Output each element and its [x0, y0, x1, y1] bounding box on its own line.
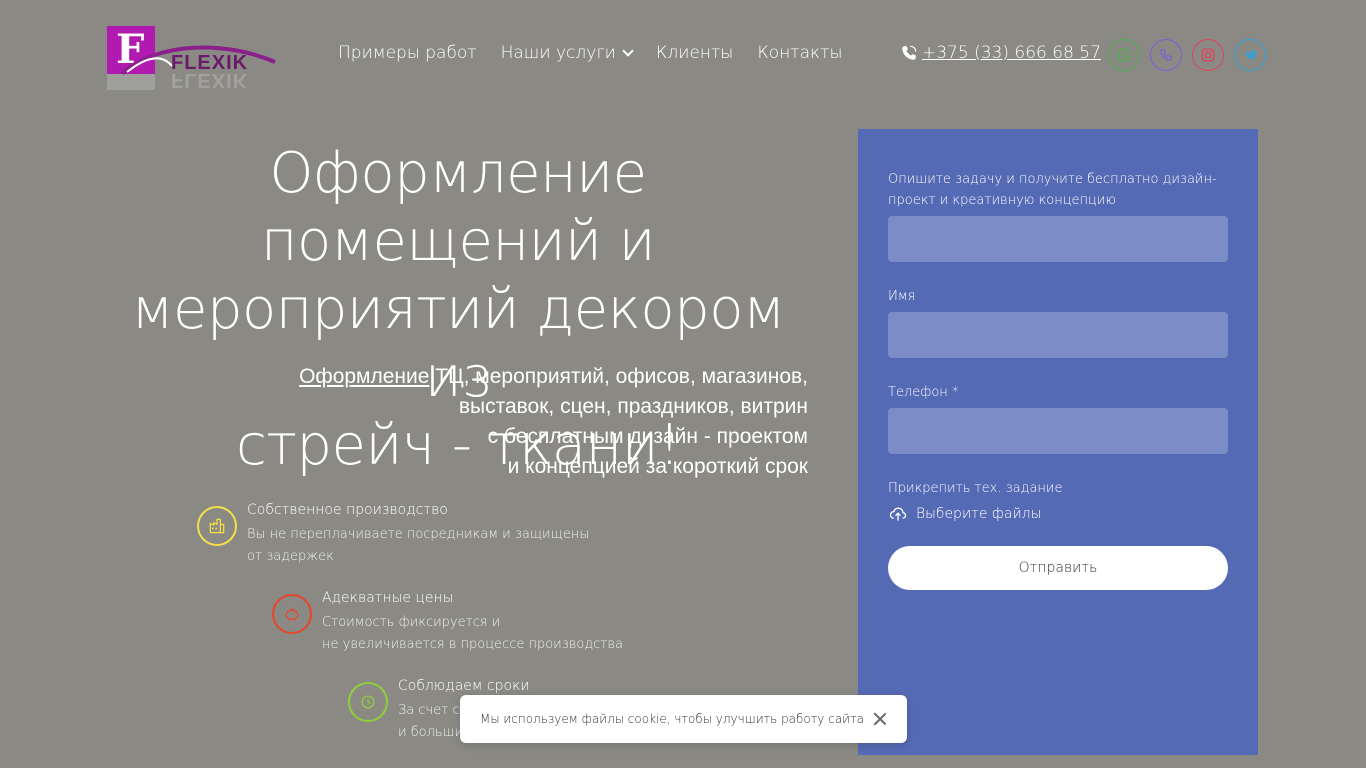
clock-icon [348, 682, 388, 722]
logo-reflection: FLEXIK [107, 74, 272, 90]
piggy-bank-icon [272, 594, 312, 634]
task-input[interactable] [888, 216, 1228, 262]
file-upload[interactable]: Выберите файлы [888, 504, 1228, 524]
hero-subtitle: Оформление ТЦ, мероприятий, офисов, мага… [299, 365, 808, 478]
name-label: Имя [888, 289, 916, 304]
nav-portfolio[interactable]: Примеры работ [338, 43, 477, 63]
logo[interactable]: F FLEXIK FLEXIK [107, 26, 276, 90]
close-icon[interactable] [873, 712, 887, 726]
feature-description: Стоимость фиксируется и не увеличивается … [322, 615, 624, 652]
attach-label: Прикрепить тех. задание [888, 481, 1063, 496]
feature-own-production: Собственное производство Вы не переплачи… [197, 502, 589, 568]
viber-icon[interactable] [1150, 39, 1182, 71]
phone-icon [902, 45, 917, 60]
social-links [1108, 39, 1266, 71]
nav-clients[interactable]: Клиенты [656, 43, 733, 63]
phone-link[interactable]: +375 (33) 666 68 57 [922, 43, 1101, 63]
nav-services[interactable]: Наши услуги [501, 43, 634, 63]
upload-cloud-icon [889, 507, 907, 521]
instagram-icon[interactable] [1192, 39, 1224, 71]
header-phone: +375 (33) 666 68 57 [900, 43, 1101, 63]
cookie-text: Мы используем файлы cookie, чтобы улучши… [480, 712, 865, 726]
feature-title: Соблюдаем сроки [398, 678, 530, 694]
feature-fair-prices: Адекватные цены Стоимость фиксируется ин… [272, 590, 623, 656]
whatsapp-icon[interactable] [1108, 39, 1140, 71]
telegram-icon[interactable] [1234, 39, 1266, 71]
phone-label: Телефон * [888, 385, 959, 400]
name-input[interactable] [888, 312, 1228, 358]
cookie-banner: Мы используем файлы cookie, чтобы улучши… [460, 695, 907, 743]
feature-description: Вы не переплачиваете посредникам и защищ… [247, 527, 590, 564]
factory-icon [197, 506, 237, 546]
task-label: Опишите задачу и получите бесплатно диза… [888, 172, 1217, 208]
nav-contacts[interactable]: Контакты [757, 43, 842, 63]
main-nav: Примеры работ Наши услуги Клиенты Контак… [338, 43, 842, 63]
phone-input[interactable] [888, 408, 1228, 454]
logo-wordmark: FLEXIK [171, 52, 249, 74]
submit-button[interactable]: Отправить [888, 546, 1228, 590]
feature-title: Собственное производство [247, 502, 448, 518]
chevron-down-icon [622, 44, 634, 57]
request-form: Опишите задачу и получите бесплатно диза… [858, 129, 1258, 755]
feature-title: Адекватные цены [322, 590, 454, 606]
design-link[interactable]: Оформление [299, 365, 429, 388]
